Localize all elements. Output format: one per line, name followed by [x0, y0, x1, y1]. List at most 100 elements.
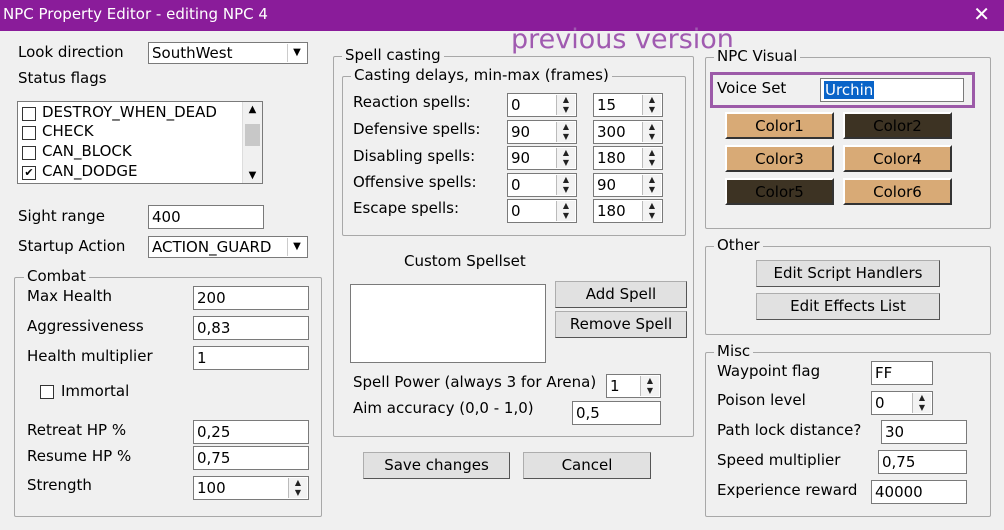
- chevron-up-icon[interactable]: ▲: [643, 122, 661, 132]
- chevron-up-icon[interactable]: ▲: [557, 95, 575, 105]
- voice-set-input[interactable]: Urchin: [820, 78, 964, 102]
- scroll-thumb[interactable]: [245, 124, 260, 146]
- scroll-up-icon[interactable]: ▲: [243, 102, 262, 118]
- close-icon[interactable]: ✕: [973, 2, 990, 26]
- value: 180: [597, 149, 626, 167]
- escape-spells-max[interactable]: 180 ▲ ▼: [593, 199, 663, 223]
- chevron-up-icon[interactable]: ▲: [557, 122, 575, 132]
- chevron-down-icon[interactable]: ▼: [557, 132, 575, 142]
- stepper[interactable]: ▲ ▼: [642, 201, 661, 221]
- remove-spell-button[interactable]: Remove Spell: [555, 311, 687, 338]
- list-item[interactable]: DESTROY_WHEN_DEAD: [22, 103, 217, 121]
- path-lock-distance-input[interactable]: 30: [881, 420, 967, 444]
- stepper[interactable]: ▲ ▼: [912, 393, 931, 413]
- spell-power-input[interactable]: 1 ▲ ▼: [606, 374, 661, 398]
- scroll-down-icon[interactable]: ▼: [243, 170, 262, 181]
- stepper[interactable]: ▲ ▼: [556, 201, 575, 221]
- color5-button[interactable]: Color5: [725, 178, 834, 205]
- chevron-up-icon[interactable]: ▲: [643, 175, 661, 185]
- retreat-hp-input[interactable]: 0,25: [193, 420, 309, 444]
- color2-button[interactable]: Color2: [843, 112, 952, 139]
- aggressiveness-input[interactable]: 0,83: [193, 316, 309, 340]
- chevron-up-icon[interactable]: ▲: [289, 478, 307, 488]
- misc-title: Misc: [714, 342, 754, 360]
- edit-script-handlers-button[interactable]: Edit Script Handlers: [756, 260, 940, 287]
- chevron-down-icon[interactable]: ▼: [641, 386, 659, 396]
- checkbox[interactable]: [22, 126, 36, 140]
- chevron-up-icon[interactable]: ▲: [643, 148, 661, 158]
- stepper[interactable]: ▲ ▼: [556, 175, 575, 195]
- list-item[interactable]: CHECK: [22, 122, 94, 140]
- chevron-down-icon[interactable]: ▼: [643, 105, 661, 115]
- color1-button[interactable]: Color1: [725, 112, 834, 139]
- chevron-down-icon[interactable]: ▼: [643, 132, 661, 142]
- max-health-input[interactable]: 200: [193, 286, 309, 310]
- scrollbar[interactable]: ▲ ▼: [242, 102, 262, 183]
- immortal-checkbox[interactable]: [40, 385, 54, 399]
- custom-spellset-list[interactable]: [350, 284, 546, 363]
- checkbox[interactable]: [22, 107, 36, 121]
- color6-button[interactable]: Color6: [843, 178, 952, 205]
- stepper[interactable]: ▲ ▼: [642, 122, 661, 142]
- escape-spells-min[interactable]: 0 ▲ ▼: [507, 199, 577, 223]
- reaction-spells-min[interactable]: 0 ▲ ▼: [507, 93, 577, 117]
- look-direction-select[interactable]: SouthWest ▼: [148, 42, 308, 64]
- checkbox[interactable]: [22, 146, 36, 160]
- experience-reward-label: Experience reward: [717, 481, 858, 499]
- stepper[interactable]: ▲ ▼: [642, 148, 661, 168]
- stepper[interactable]: ▲ ▼: [640, 376, 659, 396]
- chevron-up-icon[interactable]: ▲: [641, 376, 659, 386]
- stepper[interactable]: ▲ ▼: [556, 95, 575, 115]
- disabling-spells-min[interactable]: 90 ▲ ▼: [507, 146, 577, 170]
- sight-range-input[interactable]: 400: [148, 205, 264, 229]
- experience-reward-input[interactable]: 40000: [871, 480, 967, 504]
- defensive-spells-max[interactable]: 300 ▲ ▼: [593, 120, 663, 144]
- defensive-spells-min[interactable]: 90 ▲ ▼: [507, 120, 577, 144]
- waypoint-flag-label: Waypoint flag: [717, 362, 821, 380]
- chevron-up-icon[interactable]: ▲: [643, 95, 661, 105]
- chevron-down-icon[interactable]: ▼: [643, 211, 661, 221]
- offensive-spells-min[interactable]: 0 ▲ ▼: [507, 173, 577, 197]
- chevron-down-icon[interactable]: ▼: [287, 44, 306, 62]
- list-item[interactable]: CAN_BLOCK: [22, 142, 132, 160]
- chevron-down-icon[interactable]: ▼: [643, 158, 661, 168]
- list-item[interactable]: ✔ CAN_DODGE: [22, 162, 137, 180]
- disabling-spells-max[interactable]: 180 ▲ ▼: [593, 146, 663, 170]
- startup-action-select[interactable]: ACTION_GUARD ▼: [148, 236, 308, 258]
- waypoint-flag-input[interactable]: FF: [871, 361, 933, 385]
- stepper[interactable]: ▲ ▼: [556, 122, 575, 142]
- chevron-down-icon[interactable]: ▼: [643, 185, 661, 195]
- save-changes-button[interactable]: Save changes: [363, 452, 510, 479]
- chevron-up-icon[interactable]: ▲: [557, 175, 575, 185]
- checkbox-checked[interactable]: ✔: [22, 166, 36, 180]
- chevron-down-icon[interactable]: ▼: [287, 238, 306, 256]
- speed-multiplier-input[interactable]: 0,75: [878, 450, 967, 474]
- stepper[interactable]: ▲ ▼: [642, 95, 661, 115]
- stepper[interactable]: ▲ ▼: [642, 175, 661, 195]
- chevron-down-icon[interactable]: ▼: [557, 185, 575, 195]
- color3-button[interactable]: Color3: [725, 145, 834, 172]
- chevron-down-icon[interactable]: ▼: [557, 158, 575, 168]
- chevron-down-icon[interactable]: ▼: [557, 105, 575, 115]
- poison-level-input[interactable]: 0 ▲ ▼: [871, 391, 933, 415]
- reaction-spells-max[interactable]: 15 ▲ ▼: [593, 93, 663, 117]
- health-multiplier-input[interactable]: 1: [193, 346, 309, 370]
- resume-hp-input[interactable]: 0,75: [193, 446, 309, 470]
- color4-button[interactable]: Color4: [843, 145, 952, 172]
- strength-input[interactable]: 100 ▲ ▼: [193, 476, 309, 500]
- chevron-down-icon[interactable]: ▼: [913, 403, 931, 413]
- cancel-button[interactable]: Cancel: [523, 452, 651, 479]
- add-spell-button[interactable]: Add Spell: [555, 281, 687, 308]
- chevron-up-icon[interactable]: ▲: [913, 393, 931, 403]
- chevron-down-icon[interactable]: ▼: [557, 211, 575, 221]
- aim-accuracy-input[interactable]: 0,5: [572, 401, 661, 425]
- offensive-spells-max[interactable]: 90 ▲ ▼: [593, 173, 663, 197]
- edit-effects-list-button[interactable]: Edit Effects List: [756, 293, 940, 320]
- chevron-up-icon[interactable]: ▲: [557, 148, 575, 158]
- status-flags-list[interactable]: DESTROY_WHEN_DEAD CHECK CAN_BLOCK ✔ CAN_D…: [17, 101, 263, 184]
- strength-stepper[interactable]: ▲ ▼: [288, 478, 307, 498]
- chevron-up-icon[interactable]: ▲: [643, 201, 661, 211]
- chevron-down-icon[interactable]: ▼: [289, 488, 307, 498]
- stepper[interactable]: ▲ ▼: [556, 148, 575, 168]
- chevron-up-icon[interactable]: ▲: [557, 201, 575, 211]
